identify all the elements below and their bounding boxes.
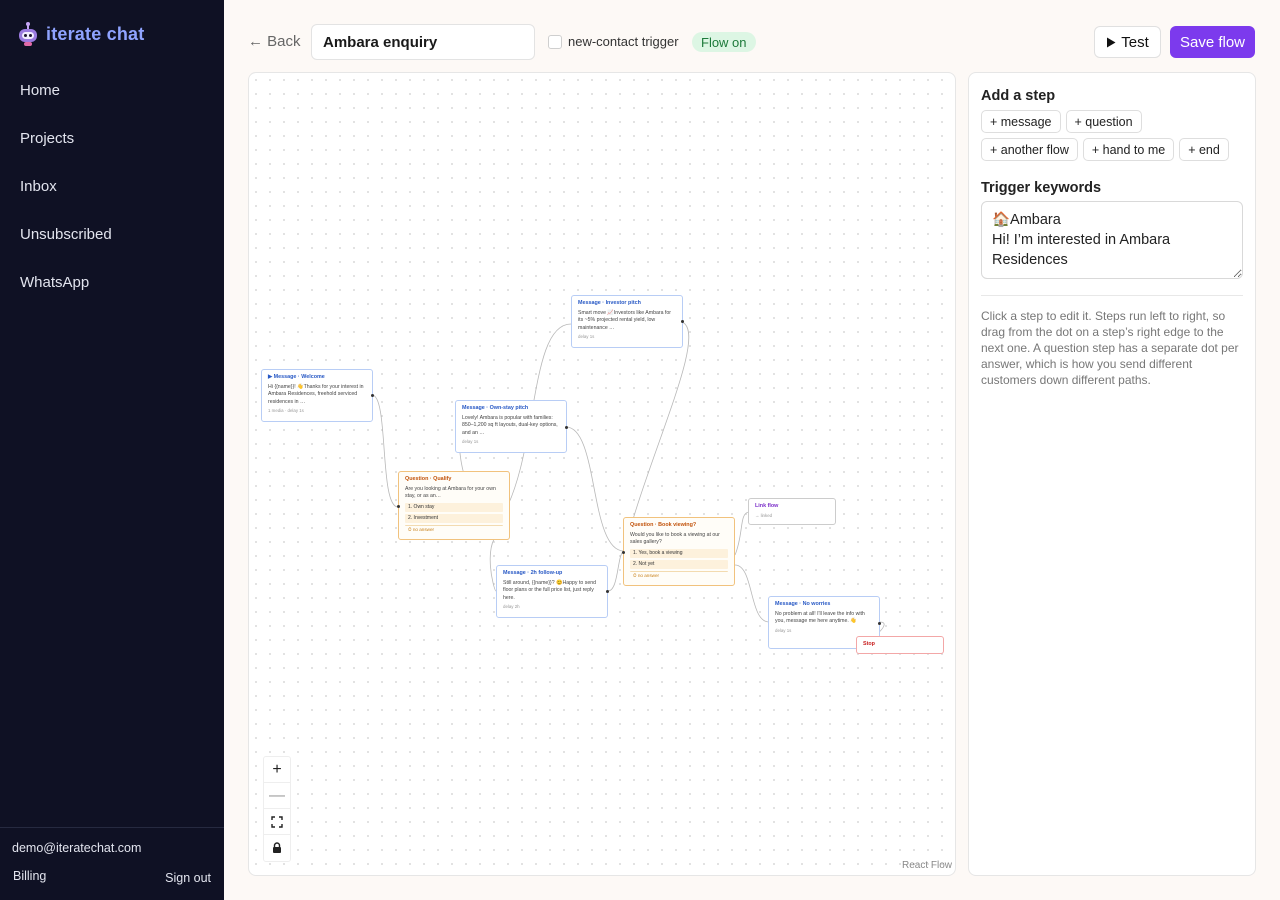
node-booking-title: Question · Book viewing? [630, 522, 697, 528]
node-investor-text: Smart move 📈Investors like Ambara for it… [578, 309, 671, 331]
add-step-title: Add a step [981, 88, 1056, 104]
lock-icon [273, 842, 281, 853]
add-question-button[interactable]: + question [1065, 110, 1142, 133]
nav-item-projects[interactable]: Projects [0, 114, 224, 162]
add-end-button[interactable]: + end [1179, 138, 1229, 161]
save-flow-button[interactable]: Save flow [1170, 26, 1255, 58]
zoom-out-button[interactable]: — [264, 783, 290, 809]
node-welcome-meta: 1 media · delay 1s [268, 408, 304, 414]
node-link-flow-title: Link flow [755, 503, 779, 509]
node-qualify-option[interactable]: 1. Own stay [405, 502, 503, 513]
nav-item-home[interactable]: Home [0, 66, 224, 114]
play-icon [1107, 37, 1116, 47]
lock-button[interactable] [264, 835, 290, 861]
account-email: demo@iteratechat.com [12, 841, 142, 855]
back-link[interactable]: ← Back [248, 33, 301, 50]
node-booking-text: Would you like to book a viewing at our … [630, 531, 720, 546]
billing-link[interactable]: Billing [13, 869, 46, 883]
node-booking-no-answer[interactable]: ⏱ no answer [630, 571, 728, 581]
edge-booking-noworries [734, 564, 770, 623]
node-no-worries-title: Message · No worries [775, 601, 831, 607]
node-followup[interactable]: Message · 2h follow-up Still around, {{n… [496, 565, 609, 618]
node-no-worries-meta: delay 1s [775, 627, 792, 633]
react-flow-attribution[interactable]: React Flow [902, 860, 952, 871]
sidebar: iterate chat Home Projects Inbox Unsubsc… [0, 0, 224, 900]
node-welcome[interactable]: ▶ Message · Welcome Hi {{name}}! 👋Thanks… [261, 369, 374, 422]
node-welcome-text: Hi {{name}}! 👋Thanks for your interest i… [268, 383, 364, 405]
robot-logo-icon [19, 22, 37, 46]
add-hand-to-me-button[interactable]: + hand to me [1082, 138, 1175, 161]
fit-view-button[interactable] [264, 809, 290, 835]
trigger-keywords-input[interactable]: 🏠Ambara Hi! I’m interested in Ambara Res… [981, 201, 1243, 279]
account-footer: demo@iteratechat.com Billing Sign out [0, 827, 224, 900]
node-followup-meta: delay 2h [503, 604, 520, 610]
flow-canvas[interactable]: ▶ Message · Welcome Hi {{name}}! 👋Thanks… [248, 72, 956, 876]
node-own-stay-handle[interactable] [565, 426, 568, 429]
node-own-stay-text: Lovely! Ambara is popular with families:… [462, 414, 558, 436]
node-welcome-handle[interactable] [371, 394, 374, 397]
flow-name-input[interactable] [311, 24, 535, 60]
node-own-stay[interactable]: Message · Own-stay pitch Lovely! Ambara … [455, 400, 568, 453]
node-no-worries-text: No problem at all! I'll leave the info w… [775, 610, 865, 625]
node-booking-option[interactable]: 1. Yes, book a viewing [630, 548, 728, 559]
node-investor-title: Message · Investor pitch [578, 300, 641, 306]
flow-status-badge: Flow on [692, 32, 756, 52]
node-followup-text: Still around, {{name}}? 😊Happy to send f… [503, 579, 596, 601]
edge-welcome-qualify [371, 394, 399, 508]
brand[interactable]: iterate chat [16, 19, 144, 49]
add-step-chips-row2: + another flow + hand to me + end [981, 138, 1229, 161]
nav-item-unsubscribed[interactable]: Unsubscribed [0, 210, 224, 258]
sign-out-link[interactable]: Sign out [165, 871, 211, 885]
edge-followup-booking [607, 550, 625, 592]
node-welcome-title: ▶ Message · Welcome [268, 374, 325, 380]
node-stop-title: Stop [863, 641, 875, 647]
node-investor-handle[interactable] [681, 320, 684, 323]
node-qualify-handle[interactable] [397, 505, 400, 508]
node-own-stay-title: Message · Own-stay pitch [462, 405, 529, 411]
trigger-keywords-title: Trigger keywords [981, 180, 1102, 196]
test-button-label: Test [1121, 33, 1149, 51]
node-qualify[interactable]: Question · Qualify Are you looking at Am… [397, 471, 510, 540]
node-followup-handle[interactable] [606, 590, 609, 593]
node-investor-meta: delay 1s [578, 334, 595, 340]
trigger-label: new-contact trigger [568, 34, 679, 49]
edge-ownstay-booking [565, 426, 625, 552]
fit-view-icon [271, 815, 283, 828]
add-step-chips-row1: + message + question [981, 110, 1142, 133]
node-investor[interactable]: Message · Investor pitch Smart move 📈Inv… [571, 295, 684, 348]
node-no-worries-handle[interactable] [878, 622, 881, 625]
node-qualify-title: Question · Qualify [405, 476, 452, 482]
edge-booking-link [734, 511, 750, 556]
node-booking-option[interactable]: 2. Not yet [630, 560, 728, 570]
panel-divider [981, 295, 1243, 296]
node-qualify-text: Are you looking at Ambara for your own s… [405, 485, 496, 500]
node-booking[interactable]: Question · Book viewing? Would you like … [622, 517, 735, 586]
node-booking-handle[interactable] [622, 551, 625, 554]
node-qualify-option[interactable]: 2. Investment [405, 514, 503, 524]
add-another-flow-button[interactable]: + another flow [981, 138, 1078, 161]
new-contact-trigger-toggle[interactable]: new-contact trigger [548, 34, 679, 49]
canvas-controls: + — [263, 756, 291, 862]
flow-edges [371, 321, 885, 645]
trigger-checkbox[interactable] [548, 34, 562, 49]
main-nav: Home Projects Inbox Unsubscribed WhatsAp… [0, 66, 224, 306]
node-link-flow-meta: → linked [755, 512, 773, 518]
nav-item-whatsapp[interactable]: WhatsApp [0, 258, 224, 306]
test-button[interactable]: Test [1094, 26, 1161, 58]
node-followup-title: Message · 2h follow-up [503, 570, 563, 576]
node-stop[interactable]: Stop [856, 636, 944, 654]
panel-help-text: Click a step to edit it. Steps run left … [981, 309, 1239, 387]
nav-item-inbox[interactable]: Inbox [0, 162, 224, 210]
zoom-in-button[interactable]: + [264, 757, 290, 783]
brand-name: iterate chat [46, 23, 145, 44]
node-link-flow[interactable]: Link flow → linked [748, 498, 836, 525]
node-own-stay-meta: delay 1s [462, 439, 479, 445]
node-qualify-no-answer[interactable]: ⏱ no answer [405, 525, 503, 535]
add-message-button[interactable]: + message [981, 110, 1061, 133]
step-panel: Add a step + message + question + anothe… [968, 72, 1256, 876]
